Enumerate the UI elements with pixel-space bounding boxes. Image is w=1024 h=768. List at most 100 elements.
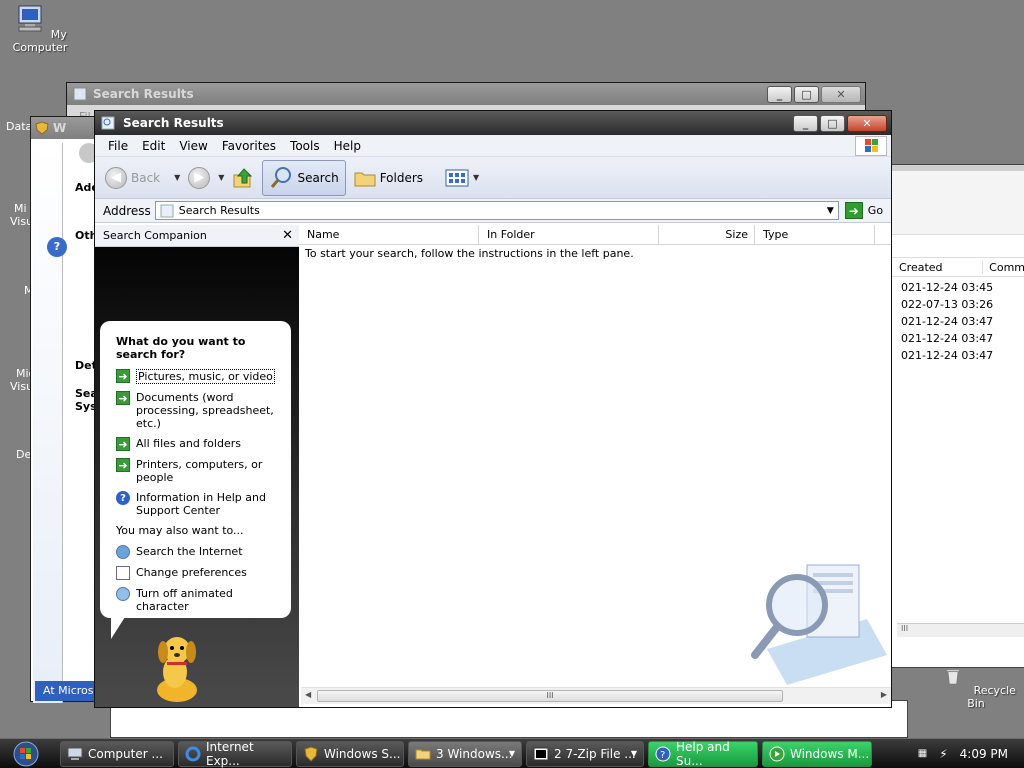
clock[interactable]: 4:09 PM xyxy=(960,747,1008,761)
folders-button[interactable]: Folders xyxy=(354,168,423,188)
folder-search-icon xyxy=(73,87,87,101)
animated-dog-icon[interactable] xyxy=(147,632,207,704)
go-button[interactable]: ➜ Go xyxy=(844,202,884,219)
column-header-in-folder[interactable]: In Folder xyxy=(479,225,659,244)
back-button[interactable]: ◀ Back ▼ xyxy=(105,166,180,189)
up-arrow-icon xyxy=(233,167,253,187)
option-turn-off-character[interactable]: Turn off animated character xyxy=(116,587,279,613)
task-label: Windows S... xyxy=(324,746,401,761)
horizontal-scrollbar[interactable]: ◀ III ▶ xyxy=(301,687,891,704)
search-option-help-center[interactable]: ? Information in Help and Support Center xyxy=(116,491,279,517)
search-option-pictures[interactable]: ➜ Pictures, music, or video xyxy=(116,369,279,384)
taskbar-task-windows-group[interactable]: 3 Windows... ▼ xyxy=(408,740,522,767)
background-window-help[interactable]: W ? Add Oth Det Sea Sys At Microso xyxy=(30,116,100,703)
close-button[interactable]: ✕ xyxy=(821,85,861,103)
menu-file[interactable]: File xyxy=(101,139,135,153)
toolbar: ◀ Back ▼ ▶ ▼ Search Folders ▼ xyxy=(95,157,891,199)
forward-button[interactable]: ▶ ▼ xyxy=(188,166,224,189)
desktop-icon-label: Recycle Bin xyxy=(967,684,1016,710)
address-input[interactable]: Search Results ▼ xyxy=(154,201,839,220)
partial-desktop-label: Mi xyxy=(14,202,27,215)
keyboard-icon[interactable]: ▦ xyxy=(918,748,927,759)
green-arrow-icon: ➜ xyxy=(116,369,130,383)
search-button[interactable]: Search xyxy=(262,159,346,196)
minimize-button[interactable]: _ xyxy=(793,114,818,132)
search-option-printers[interactable]: ➜ Printers, computers, or people xyxy=(116,458,279,484)
dropdown-arrow-icon[interactable]: ▼ xyxy=(218,173,224,182)
option-change-preferences[interactable]: Change preferences xyxy=(116,566,279,580)
search-option-label: Information in Help and Support Center xyxy=(136,491,266,517)
globe-search-icon xyxy=(116,545,130,559)
green-arrow-icon: ➜ xyxy=(116,391,130,405)
menu-tools[interactable]: Tools xyxy=(283,139,327,153)
column-header-type[interactable]: Type xyxy=(755,225,875,244)
date-cell: 021-12-24 03:47 xyxy=(901,315,994,328)
menu-edit[interactable]: Edit xyxy=(135,139,172,153)
internet-explorer-icon xyxy=(185,746,201,761)
scroll-right-arrow-icon[interactable]: ▶ xyxy=(881,690,887,699)
taskbar-task-internet-explorer[interactable]: Internet Exp... xyxy=(178,740,292,768)
folder-icon xyxy=(354,172,376,186)
search-companion-pane: Search Companion ✕ What do you want to s… xyxy=(95,225,299,707)
search-question: What do you want to search for? xyxy=(116,335,246,361)
start-button[interactable] xyxy=(6,740,46,768)
window-titlebar[interactable]: Search Results _ □ ✕ xyxy=(95,111,891,135)
option-search-internet[interactable]: Search the Internet xyxy=(116,545,279,559)
menu-help[interactable]: Help xyxy=(327,139,368,153)
character-icon xyxy=(116,587,130,601)
svg-text:?: ? xyxy=(660,750,665,761)
close-button[interactable]: ✕ xyxy=(847,114,887,132)
taskbar-task-help-support[interactable]: ? Help and Su... xyxy=(648,740,758,768)
column-header-more[interactable] xyxy=(875,225,891,244)
up-folder-button[interactable] xyxy=(232,167,254,189)
maximize-button[interactable]: □ xyxy=(820,114,845,132)
menu-favorites[interactable]: Favorites xyxy=(215,139,283,153)
close-icon[interactable]: ✕ xyxy=(282,228,293,243)
column-header-name[interactable]: Name xyxy=(299,225,479,244)
network-icon[interactable]: ⚡ xyxy=(939,747,947,761)
search-companion-title: Search Companion xyxy=(103,229,207,242)
task-label: Windows M... xyxy=(790,746,870,761)
go-label: Go xyxy=(867,204,884,217)
balloon-tail xyxy=(111,617,125,639)
search-companion-header: Search Companion ✕ xyxy=(95,225,299,247)
main-window-search-results[interactable]: Search Results _ □ ✕ File Edit View Favo… xyxy=(94,110,892,708)
date-cell: 021-12-24 03:47 xyxy=(901,349,994,362)
computer-icon xyxy=(67,747,83,760)
media-player-icon xyxy=(769,746,785,761)
views-button[interactable]: ▼ xyxy=(445,169,479,187)
scrollbar-thumb[interactable]: III xyxy=(317,690,783,702)
green-arrow-icon: ➜ xyxy=(116,437,130,451)
taskbar-task-windows-security[interactable]: Windows S... xyxy=(296,740,404,767)
date-cell: 021-12-24 03:47 xyxy=(901,332,994,345)
column-header-created[interactable]: Created xyxy=(899,260,984,274)
maximize-button[interactable]: □ xyxy=(794,85,819,103)
column-header-comments[interactable]: Comm xyxy=(983,261,1024,274)
address-dropdown-icon[interactable]: ▼ xyxy=(827,206,834,216)
search-label: Search xyxy=(297,170,339,185)
recycle-bin-icon xyxy=(946,669,961,685)
desktop-icon-recycle-bin[interactable]: Recycle Bin xyxy=(936,668,1016,710)
minimize-button[interactable]: _ xyxy=(767,85,792,103)
window-titlebar[interactable]: Search Results _ □ ✕ xyxy=(67,83,865,105)
horizontal-scrollbar[interactable]: III xyxy=(897,623,1024,637)
partial-desktop-label: Data xyxy=(6,120,33,133)
dropdown-arrow-icon[interactable]: ▼ xyxy=(174,173,180,182)
7zip-icon xyxy=(533,747,549,760)
menu-bar: File Edit View Favorites Tools Help xyxy=(95,135,891,157)
desktop-icon-my-computer[interactable]: My Computer xyxy=(0,4,80,54)
column-header-size[interactable]: Size xyxy=(659,225,755,244)
green-arrow-icon: ➜ xyxy=(116,458,130,472)
taskbar-task-computer[interactable]: Computer ... xyxy=(60,740,174,767)
search-option-documents[interactable]: ➜ Documents (word processing, spreadshee… xyxy=(116,391,279,430)
taskbar: Computer ... Internet Exp... Windows S..… xyxy=(0,738,1024,768)
scroll-left-arrow-icon[interactable]: ◀ xyxy=(305,690,311,699)
taskbar-task-windows-media[interactable]: Windows M... xyxy=(762,740,872,767)
search-results-icon xyxy=(101,116,115,130)
also-label: You may also want to... xyxy=(116,524,244,537)
window-titlebar[interactable]: W xyxy=(31,117,99,139)
windows-logo-icon xyxy=(855,136,887,156)
taskbar-task-7zip[interactable]: 2 7-Zip File ... ▼ xyxy=(526,740,644,767)
search-option-all-files[interactable]: ➜ All files and folders xyxy=(116,437,279,451)
menu-view[interactable]: View xyxy=(172,139,214,153)
